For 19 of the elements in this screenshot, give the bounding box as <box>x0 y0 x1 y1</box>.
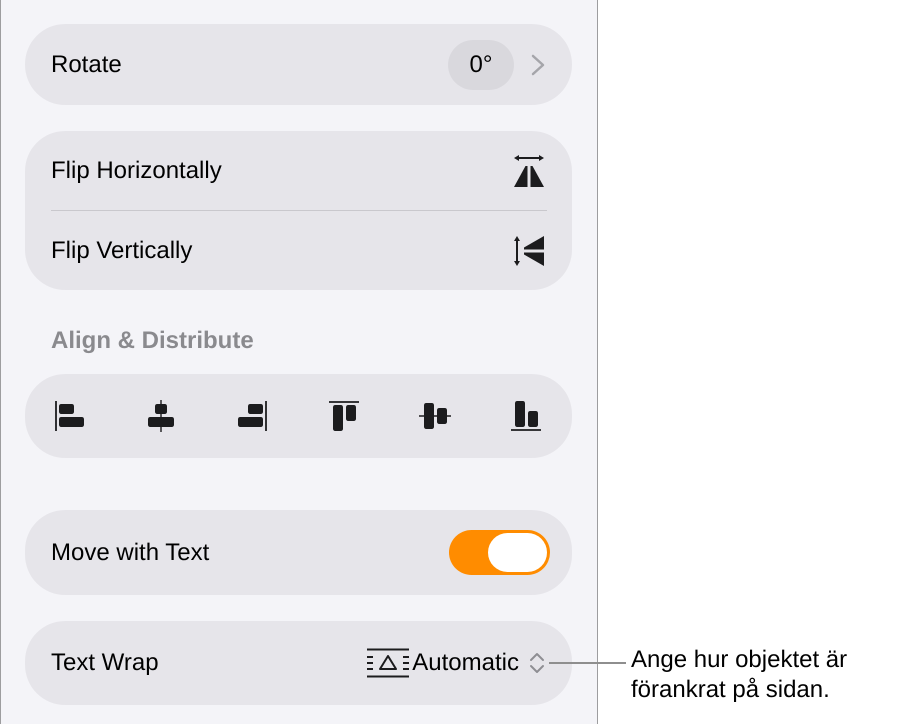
text-wrap-icon <box>367 648 410 678</box>
rotate-label: Rotate <box>51 50 122 80</box>
up-down-chevron-icon <box>529 651 545 675</box>
flip-horizontally-row[interactable]: Flip Horizontally <box>25 131 572 210</box>
section-title: Align & Distribute <box>51 326 255 356</box>
rotation-value-field[interactable]: 0° <box>448 40 514 90</box>
align-right-icon[interactable] <box>236 400 268 432</box>
align-left-icon[interactable] <box>54 400 86 432</box>
text-wrap-popup[interactable]: Automatic <box>367 645 545 681</box>
flip-vertical-icon <box>513 234 545 266</box>
flip-horizontal-icon <box>513 154 545 188</box>
align-bottom-icon[interactable] <box>510 400 542 432</box>
flip-vertically-row[interactable]: Flip Vertically <box>25 211 572 290</box>
move-with-text-label: Move with Text <box>51 538 210 568</box>
align-top-icon[interactable] <box>328 400 360 432</box>
callout-text: Ange hur objektet är förankrat på sidan. <box>631 645 848 705</box>
text-wrap-label: Text Wrap <box>51 648 159 678</box>
align-middle-icon[interactable] <box>418 400 451 432</box>
toggle-switch[interactable] <box>449 530 550 575</box>
